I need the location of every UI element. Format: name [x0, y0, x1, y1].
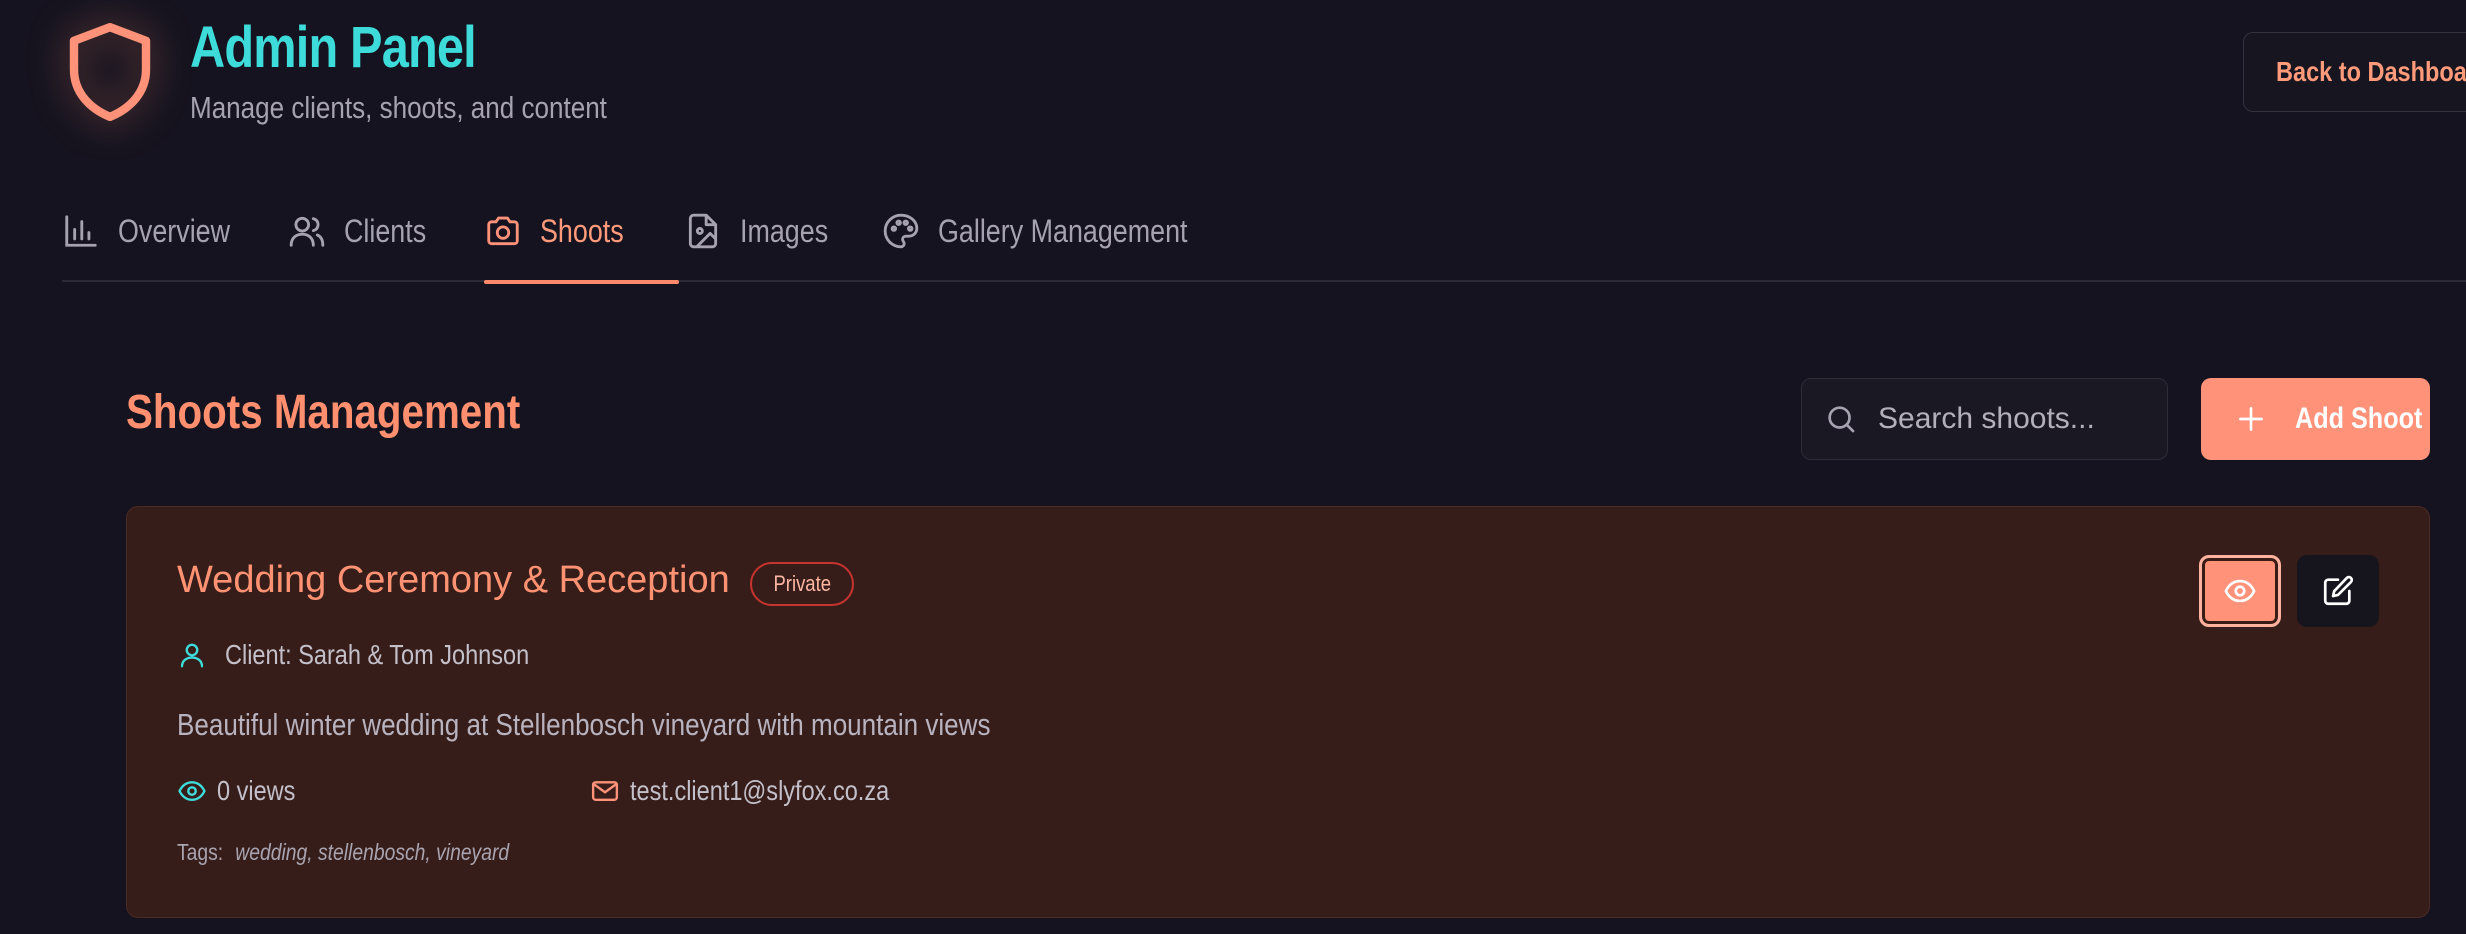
shoot-description: Beautiful winter wedding at Stellenbosch… [177, 707, 991, 742]
email-info: test.client1@slyfox.co.za [590, 775, 939, 807]
admin-panel-page: Admin Panel Manage clients, shoots, and … [0, 0, 2466, 934]
tab-gallery-management[interactable]: Gallery Management [882, 180, 1235, 282]
tab-label: Images [740, 212, 829, 249]
mail-icon [591, 781, 619, 801]
header: Admin Panel Manage clients, shoots, and … [0, 0, 2466, 150]
shoot-card: Wedding Ceremony & Reception Private Cli… [126, 506, 2430, 918]
camera-icon [487, 216, 519, 246]
section-title: Shoots Management [126, 386, 521, 439]
app-subtitle: Manage clients, shoots, and content [190, 90, 607, 125]
tab-label: Shoots [540, 212, 624, 249]
client-name: Client: Sarah & Tom Johnson [225, 639, 530, 670]
palette-icon [883, 213, 919, 249]
users-icon [289, 216, 325, 247]
back-to-dashboard-button[interactable]: Back to Dashboard [2243, 32, 2466, 112]
tags-value: wedding, stellenbosch, vineyard [235, 839, 510, 865]
back-to-dashboard-label: Back to Dashboard [2276, 56, 2466, 87]
badge-label: Private [773, 571, 832, 596]
bar-chart-icon [65, 215, 97, 247]
tab-clients[interactable]: Clients [288, 180, 442, 282]
tags-label: Tags: [177, 839, 224, 865]
tab-bar: Overview Clients Shoots Images Gallery M… [62, 180, 2466, 284]
plus-icon [2239, 407, 2263, 431]
views-info: 0 views [177, 775, 310, 807]
client-info: Client: Sarah & Tom Johnson [177, 639, 587, 671]
views-count: 0 views [217, 775, 296, 806]
search-input[interactable] [1878, 402, 2158, 436]
app-title: Admin Panel [190, 15, 477, 80]
edit-icon [2323, 575, 2354, 606]
search-icon [1828, 406, 1855, 433]
tab-label: Gallery Management [938, 212, 1188, 249]
tags-row: Tags: wedding, stellenbosch, vineyard [177, 839, 509, 866]
eye-icon [178, 781, 206, 801]
tab-label: Overview [118, 212, 231, 249]
add-shoot-label: Add Shoot [2295, 402, 2423, 435]
search-box [1801, 378, 2168, 460]
image-file-icon [688, 213, 718, 249]
tab-shoots[interactable]: Shoots [484, 180, 679, 284]
eye-icon [2224, 579, 2256, 603]
visibility-badge: Private [750, 562, 855, 606]
shoot-title: Wedding Ceremony & Reception [177, 559, 730, 601]
client-email: test.client1@slyfox.co.za [630, 775, 890, 806]
edit-shoot-button[interactable] [2297, 555, 2379, 627]
tab-overview[interactable]: Overview [62, 180, 251, 282]
user-icon [180, 643, 204, 668]
tab-label: Clients [344, 212, 427, 249]
shield-icon [69, 23, 151, 121]
add-shoot-button[interactable]: Add Shoot [2201, 378, 2430, 460]
view-shoot-button[interactable] [2199, 555, 2281, 627]
tab-images[interactable]: Images [684, 180, 845, 282]
